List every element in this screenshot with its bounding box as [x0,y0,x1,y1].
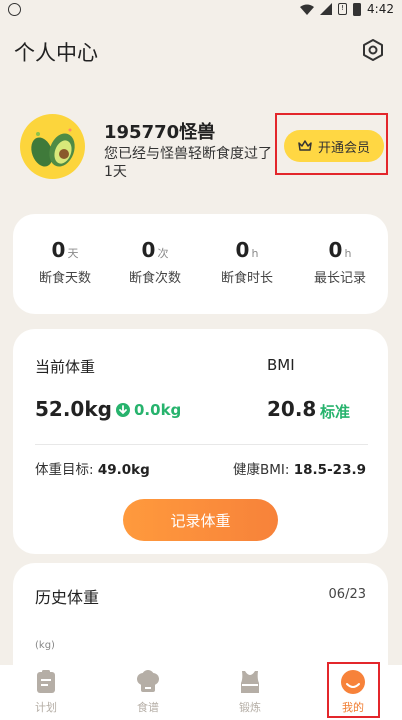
sports-top-icon [241,671,259,693]
healthy-bmi-label: 健康BMI: [233,462,290,478]
tab-recipes[interactable]: 食谱 [118,669,178,717]
avocado-icon [31,128,75,167]
fasting-stats-card: 0天 断食天数 0次 断食次数 0h 断食时长 0h 最长记录 [13,214,388,314]
stat-longest-record[interactable]: 0h 最长记录 [300,238,380,286]
current-weight-value: 52.0kg [35,397,112,421]
target-weight: 体重目标: 49.0kg [35,458,150,478]
clipboard-icon [37,670,55,693]
header: 个人中心 [0,30,402,70]
avatar[interactable] [20,114,85,179]
status-bar: ! 4:42 [0,0,402,22]
tab-label: 计划 [35,701,57,714]
vip-button[interactable]: 开通会员 [284,130,384,162]
page-title: 个人中心 [14,41,98,65]
history-date: 06/23 [328,587,366,602]
stat-unit: h [344,247,352,260]
chef-hat-icon [137,670,159,692]
stat-label: 断食时长 [220,271,273,286]
sim-icon: ! [338,3,348,15]
signal-icon [320,3,333,15]
tab-plan[interactable]: 计划 [16,669,76,717]
healthy-bmi: 健康BMI: 18.5-23.9 [233,458,366,478]
stat-unit: 天 [67,247,79,260]
stat-value: 0 [235,238,250,262]
weight-delta-value: 0.0kg [134,401,182,419]
crown-icon [298,140,312,151]
stat-label: 断食天数 [38,271,91,286]
stat-value: 0 [141,238,156,262]
target-weight-label: 体重目标: [35,462,94,478]
stat-unit: h [251,247,259,260]
settings-icon[interactable] [361,38,385,62]
weight-delta: 0.0kg [116,401,181,419]
status-icons: ! 4:42 [300,2,394,16]
healthy-bmi-value: 18.5-23.9 [293,462,366,478]
tab-label: 锻炼 [239,701,261,714]
status-time: 4:42 [367,2,394,16]
history-unit: (kg) [35,640,55,651]
stat-label: 断食次数 [128,271,181,286]
bmi-value: 20.8 [267,397,317,421]
tab-highlight-box [327,662,380,718]
stat-fasting-count[interactable]: 0次 断食次数 [115,238,195,286]
current-weight-label: 当前体重 [35,358,96,376]
tab-exercise[interactable]: 锻炼 [220,669,280,717]
stat-value: 0 [328,238,343,262]
bmi-label: BMI [267,356,295,374]
notification-icon [8,3,21,16]
bmi-status: 标准 [320,403,351,421]
wifi-icon [300,4,315,15]
divider [35,444,368,445]
battery-icon [353,2,362,16]
stat-fasting-days[interactable]: 0天 断食天数 [25,238,105,286]
arrow-down-icon [116,403,130,417]
target-weight-value: 49.0kg [97,462,150,478]
vip-button-label: 开通会员 [317,140,370,156]
history-title: 历史体重 [35,588,100,607]
stat-fasting-duration[interactable]: 0h 断食时长 [207,238,287,286]
fasting-days-subtitle: 您已经与怪兽轻断食度过了1天 [104,146,272,180]
record-weight-button[interactable]: 记录体重 [123,499,278,541]
username: 195770怪兽 [104,122,216,143]
stat-label: 最长记录 [313,271,366,286]
stat-value: 0 [51,238,66,262]
stat-unit: 次 [157,247,169,260]
weight-card: 当前体重 BMI 52.0kg 0.0kg 20.8 标准 体重目标: 49.0… [13,329,388,554]
tab-label: 食谱 [137,701,159,714]
